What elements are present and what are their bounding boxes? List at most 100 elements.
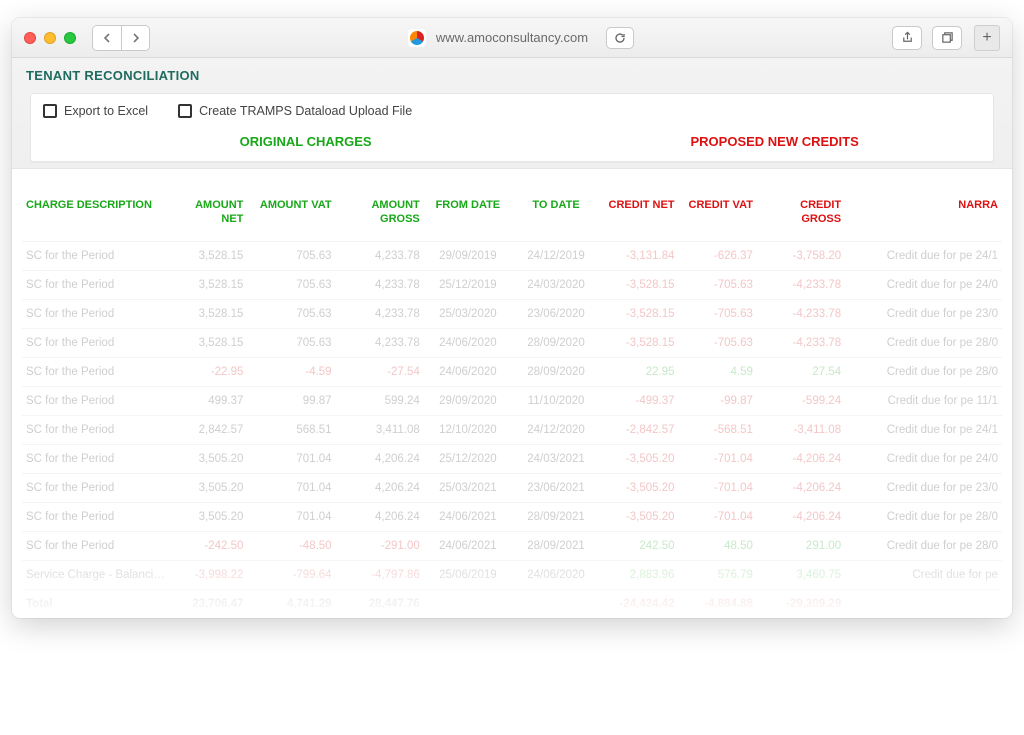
cell-total-cr-vat: -4,884.88	[679, 589, 757, 618]
col-to-date[interactable]: TO DATE	[512, 193, 600, 241]
cell-from: 12/10/2020	[424, 415, 512, 444]
table-row[interactable]: SC for the Period-242.50-48.50-291.0024/…	[22, 531, 1002, 560]
checkbox-icon	[178, 104, 192, 118]
cell-cr-net: -3,131.84	[600, 241, 678, 270]
cell-cr-gross: -4,233.78	[757, 299, 845, 328]
col-amount-net[interactable]: AMOUNT NET	[169, 193, 247, 241]
cell-desc: SC for the Period	[22, 444, 169, 473]
cell-cr-vat: -626.37	[679, 241, 757, 270]
cell-total-amt-net: 23,706.47	[169, 589, 247, 618]
reload-button[interactable]	[606, 27, 634, 49]
cell-cr-net: 242.50	[600, 531, 678, 560]
new-tab-button[interactable]: +	[974, 25, 1000, 51]
cell-amt-net: -242.50	[169, 531, 247, 560]
cell-cr-gross: 3,460.75	[757, 560, 845, 589]
table-row[interactable]: SC for the Period499.3799.87599.2429/09/…	[22, 386, 1002, 415]
table-row[interactable]: SC for the Period3,505.20701.044,206.242…	[22, 473, 1002, 502]
col-narrative[interactable]: NARRA	[845, 193, 1002, 241]
cell-cr-net: 2,883.96	[600, 560, 678, 589]
table-row[interactable]: SC for the Period3,528.15705.634,233.782…	[22, 328, 1002, 357]
cell-narr: Credit due for pe 24/1	[845, 241, 1002, 270]
minimize-window-button[interactable]	[44, 32, 56, 44]
cell-cr-net: -3,505.20	[600, 502, 678, 531]
table-row[interactable]: SC for the Period3,505.20701.044,206.242…	[22, 444, 1002, 473]
cell-amt-vat: 701.04	[247, 473, 335, 502]
cell-desc: SC for the Period	[22, 328, 169, 357]
cell-to: 23/06/2020	[512, 299, 600, 328]
cell-total-cr-net: -24,424.42	[600, 589, 678, 618]
col-credit-gross[interactable]: CREDIT GROSS	[757, 193, 845, 241]
col-charge-desc[interactable]: CHARGE DESCRIPTION	[22, 193, 169, 241]
cell-narr: Credit due for pe 24/0	[845, 444, 1002, 473]
cell-desc: SC for the Period	[22, 241, 169, 270]
cell-cr-gross: -4,233.78	[757, 328, 845, 357]
cell-narr: Credit due for pe 11/1	[845, 386, 1002, 415]
share-button[interactable]	[892, 26, 922, 50]
cell-amt-gross: 4,233.78	[336, 328, 424, 357]
cell-amt-gross: 4,233.78	[336, 270, 424, 299]
table-row[interactable]: SC for the Period3,505.20701.044,206.242…	[22, 502, 1002, 531]
cell-cr-gross: -3,411.08	[757, 415, 845, 444]
export-excel-button[interactable]: Export to Excel	[43, 104, 148, 118]
cell-narr: Credit due for pe 24/0	[845, 270, 1002, 299]
cell-amt-vat: 701.04	[247, 444, 335, 473]
col-amount-vat[interactable]: AMOUNT VAT	[247, 193, 335, 241]
cell-amt-net: 3,528.15	[169, 270, 247, 299]
cell-from: 29/09/2020	[424, 386, 512, 415]
cell-amt-gross: 4,233.78	[336, 241, 424, 270]
cell-desc: SC for the Period	[22, 531, 169, 560]
url-text: www.amoconsultancy.com	[436, 30, 588, 45]
col-amount-gross[interactable]: AMOUNT GROSS	[336, 193, 424, 241]
cell-desc: SC for the Period	[22, 270, 169, 299]
cell-from: 25/12/2020	[424, 444, 512, 473]
cell-cr-gross: -4,233.78	[757, 270, 845, 299]
table-row[interactable]: Service Charge - Balancing-3,998.22-799.…	[22, 560, 1002, 589]
cell-to: 24/03/2020	[512, 270, 600, 299]
cell-amt-net: 3,528.15	[169, 241, 247, 270]
close-window-button[interactable]	[24, 32, 36, 44]
cell-amt-net: 3,505.20	[169, 502, 247, 531]
col-credit-vat[interactable]: CREDIT VAT	[679, 193, 757, 241]
create-tramps-button[interactable]: Create TRAMPS Dataload Upload File	[178, 104, 412, 118]
cell-cr-net: -3,528.15	[600, 270, 678, 299]
table-row[interactable]: SC for the Period3,528.15705.634,233.782…	[22, 270, 1002, 299]
cell-amt-gross: 4,206.24	[336, 473, 424, 502]
tabs-button[interactable]	[932, 26, 962, 50]
cell-cr-vat: -568.51	[679, 415, 757, 444]
table-total-row: Total23,706.474,741.2928,447.76-24,424.4…	[22, 589, 1002, 618]
maximize-window-button[interactable]	[64, 32, 76, 44]
cell-amt-net: 3,528.15	[169, 328, 247, 357]
cell-amt-gross: 3,411.08	[336, 415, 424, 444]
cell-from: 25/06/2019	[424, 560, 512, 589]
page-header: TENANT RECONCILIATION Export to Excel Cr…	[12, 58, 1012, 169]
cell-cr-gross: -4,206.24	[757, 502, 845, 531]
cell-desc: SC for the Period	[22, 473, 169, 502]
page-title: TENANT RECONCILIATION	[26, 68, 998, 83]
cell-from: 24/06/2020	[424, 357, 512, 386]
cell-amt-vat: -4.59	[247, 357, 335, 386]
back-button[interactable]	[93, 26, 121, 50]
cell-to: 23/06/2021	[512, 473, 600, 502]
cell-cr-gross: -4,206.24	[757, 444, 845, 473]
table-row[interactable]: SC for the Period3,528.15705.634,233.782…	[22, 299, 1002, 328]
col-credit-net[interactable]: CREDIT NET	[600, 193, 678, 241]
cell-to: 28/09/2021	[512, 502, 600, 531]
col-from-date[interactable]: FROM DATE	[424, 193, 512, 241]
cell-desc: SC for the Period	[22, 299, 169, 328]
cell-cr-vat: -701.04	[679, 473, 757, 502]
cell-to: 28/09/2020	[512, 328, 600, 357]
table-row[interactable]: SC for the Period2,842.57568.513,411.081…	[22, 415, 1002, 444]
address-bar[interactable]: www.amoconsultancy.com	[344, 27, 699, 49]
nav-buttons	[92, 25, 150, 51]
cell-amt-vat: -48.50	[247, 531, 335, 560]
cell-narr: Credit due for pe 23/0	[845, 473, 1002, 502]
cell-amt-gross: -4,797.86	[336, 560, 424, 589]
table-row[interactable]: SC for the Period3,528.15705.634,233.782…	[22, 241, 1002, 270]
cell-from: 25/03/2020	[424, 299, 512, 328]
cell-cr-vat: 4.59	[679, 357, 757, 386]
cell-cr-net: 22.95	[600, 357, 678, 386]
forward-button[interactable]	[121, 26, 149, 50]
table-row[interactable]: SC for the Period-22.95-4.59-27.5424/06/…	[22, 357, 1002, 386]
cell-narr: Credit due for pe 28/0	[845, 502, 1002, 531]
cell-cr-vat: -705.63	[679, 270, 757, 299]
